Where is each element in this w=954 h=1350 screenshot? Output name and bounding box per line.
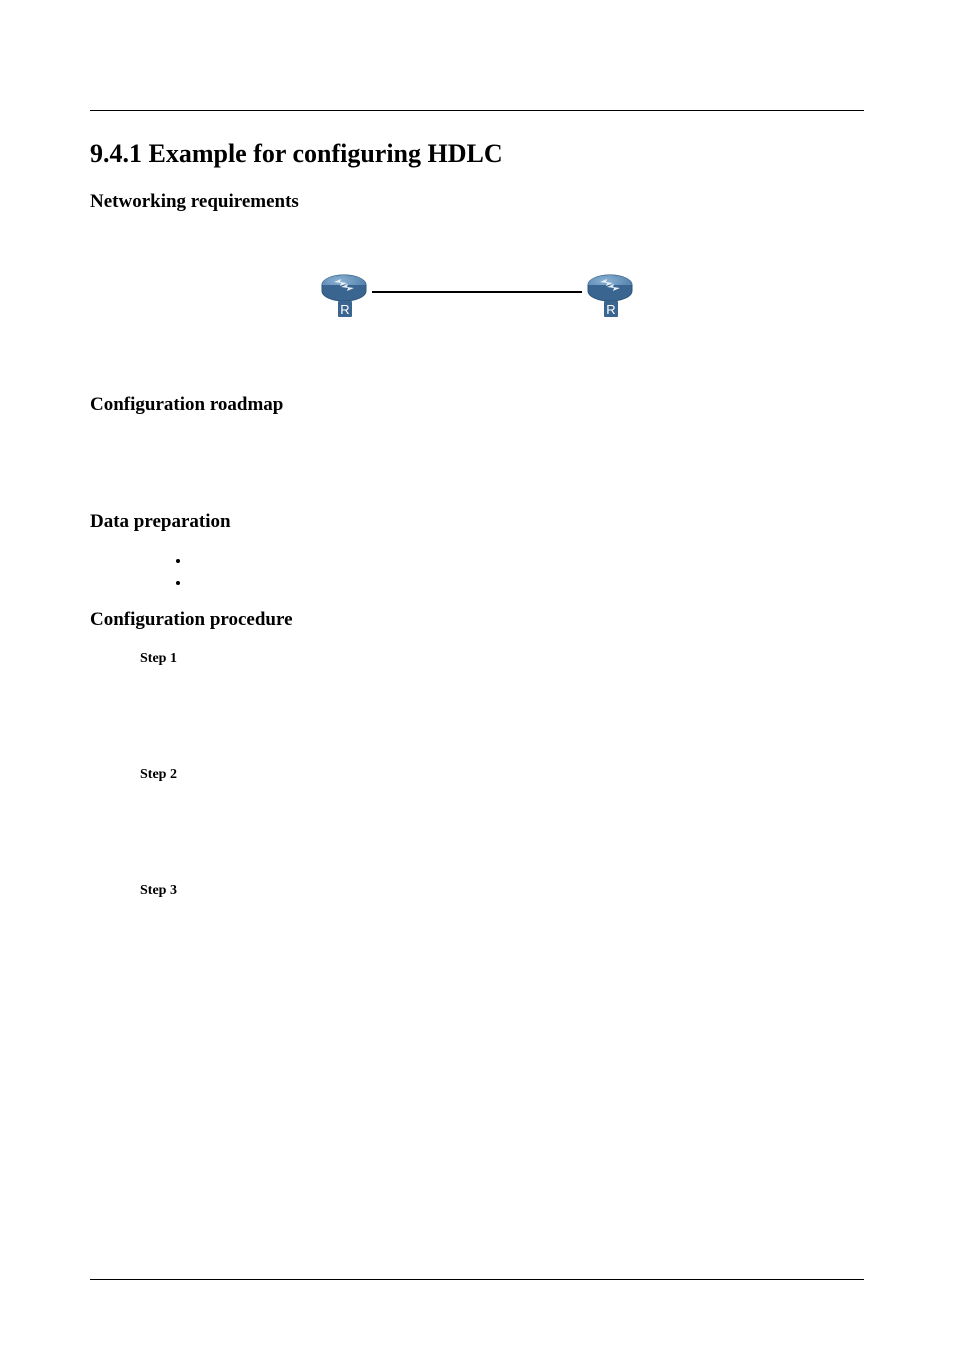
data-prep-list <box>190 553 864 591</box>
top-rule <box>90 110 864 111</box>
heading-procedure: Configuration procedure <box>90 609 864 631</box>
router-label: R <box>340 302 349 317</box>
router-icon: R <box>318 273 370 324</box>
router-label: R <box>606 302 615 317</box>
link-line <box>372 291 582 293</box>
list-item <box>190 553 864 569</box>
heading-roadmap: Configuration roadmap <box>90 394 864 416</box>
step-3-label: Step 3 <box>140 883 864 899</box>
router-icon: R <box>584 273 636 324</box>
heading-dataprep: Data preparation <box>90 511 864 533</box>
spacer <box>90 436 864 511</box>
bottom-rule <box>90 1279 864 1280</box>
network-diagram: R R <box>90 273 864 324</box>
step-2-label: Step 2 <box>140 767 864 783</box>
section-number: 9.4.1 <box>90 139 142 168</box>
section-title: 9.4.1 Example for configuring HDLC <box>90 139 864 169</box>
step-1-label: Step 1 <box>140 651 864 667</box>
heading-networking: Networking requirements <box>90 191 864 213</box>
page: 9.4.1 Example for configuring HDLC Netwo… <box>0 0 954 1350</box>
list-item <box>190 575 864 591</box>
section-heading: Example for configuring HDLC <box>149 139 503 168</box>
